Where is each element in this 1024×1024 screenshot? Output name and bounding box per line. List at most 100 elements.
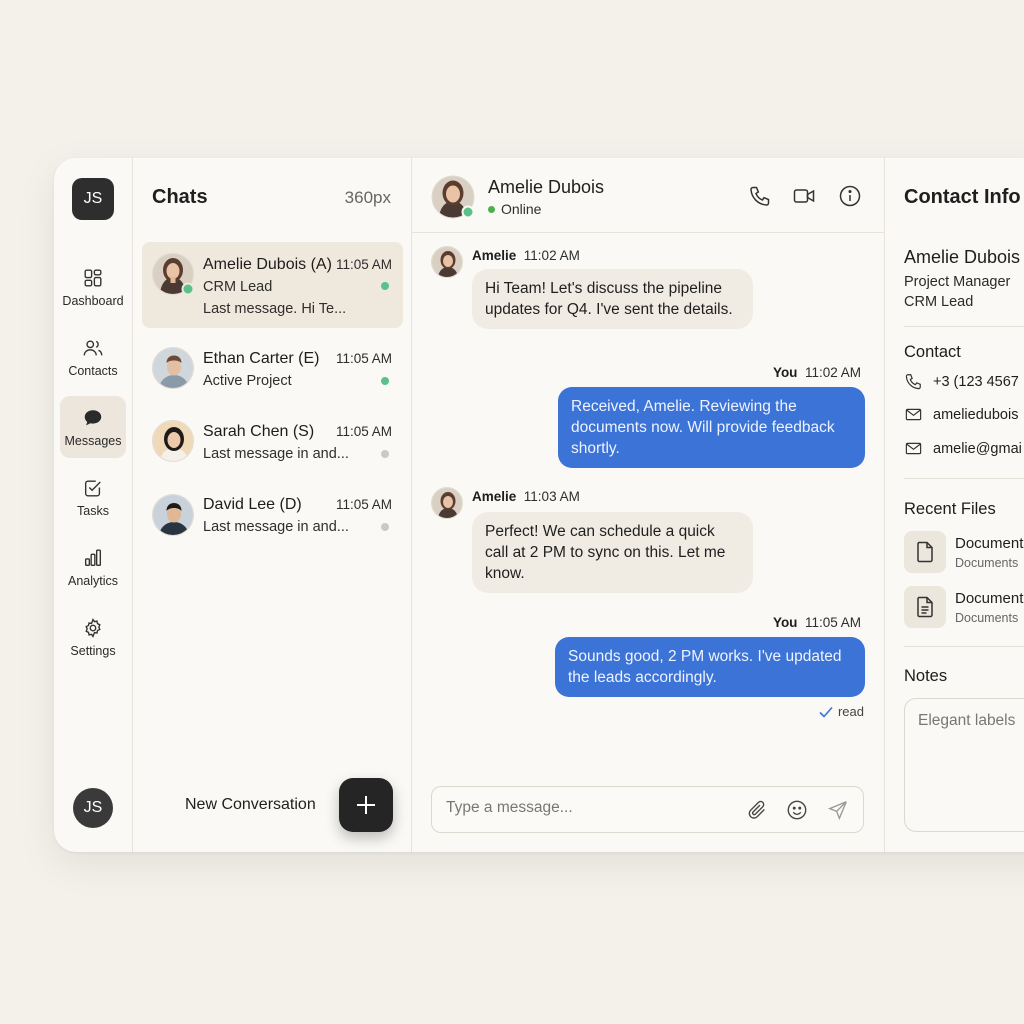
contact-info-title: Contact Info xyxy=(904,186,1021,208)
nav-label: Messages xyxy=(64,433,122,448)
notes-textarea[interactable]: Elegant labels xyxy=(904,698,1024,832)
contact-email-1[interactable]: ameliedubois xyxy=(904,405,1018,424)
chat-last-message: Last message in and... xyxy=(203,519,349,535)
contact-info-panel: Contact Info Amelie Dubois Project Manag… xyxy=(885,158,1024,852)
chat-time: 11:05 AM xyxy=(335,497,392,512)
attachment-icon[interactable] xyxy=(746,799,768,821)
sender-name: Amelie xyxy=(472,248,517,263)
file-subtitle: Documents xyxy=(955,556,1019,570)
nav-item-settings[interactable]: Settings xyxy=(60,606,126,668)
chat-item-amelie[interactable]: Amelie Dubois (A) 11:05 AM CRM Lead Last… xyxy=(142,242,403,328)
avatar xyxy=(152,494,194,536)
emoji-icon[interactable] xyxy=(786,799,808,821)
message-meta: Amelie 11:03 AM xyxy=(472,489,580,504)
avatar xyxy=(152,253,195,296)
message-meta: You 11:02 AM xyxy=(773,365,861,380)
nav-label: Dashboard xyxy=(62,293,124,308)
online-status: Online xyxy=(488,201,541,217)
chat-time: 11:05 AM xyxy=(335,351,392,366)
phone-value: +3 (123 4567 xyxy=(933,373,1019,390)
message-time: 11:05 AM xyxy=(804,615,861,630)
read-label: read xyxy=(837,704,864,719)
phone-icon xyxy=(905,374,921,390)
chat-name: Sarah Chen (S) xyxy=(203,423,315,440)
email-value: ameliedubois xyxy=(933,406,1019,423)
nav-label: Analytics xyxy=(67,573,119,588)
message-meta: You 11:05 AM xyxy=(773,615,861,630)
nav-label: Contacts xyxy=(68,363,118,378)
contacts-icon xyxy=(83,339,103,355)
messages-icon xyxy=(84,409,102,425)
nav-item-messages[interactable]: Messages xyxy=(60,396,126,458)
info-icon[interactable] xyxy=(838,184,862,208)
divider xyxy=(904,478,1024,479)
divider xyxy=(904,326,1024,327)
chat-name: Ethan Carter (E) xyxy=(203,350,320,367)
messaging-app: JS Dashboard Contacts Messages Tasks Ana… xyxy=(54,158,1024,852)
contact-name: Amelie Dubois xyxy=(904,247,1021,267)
chat-time: 11:05 AM xyxy=(335,257,392,272)
mail-icon xyxy=(905,442,922,455)
send-icon[interactable] xyxy=(827,799,849,821)
status-text: Online xyxy=(501,201,542,217)
file-thumbnail[interactable] xyxy=(904,586,946,628)
chat-list-panel: Chats 360px Amelie Dubois (A) 11:05 AM C… xyxy=(133,158,412,852)
app-logo: JS xyxy=(72,178,114,220)
chat-last-message: Last message. Hi Te... xyxy=(203,301,347,317)
chats-title: Chats xyxy=(152,186,208,208)
document-icon xyxy=(917,541,933,563)
avatar xyxy=(152,420,194,462)
message-bubble-outgoing: Sounds good, 2 PM works. I've updated th… xyxy=(555,637,865,697)
new-conversation-label: New Conversation xyxy=(185,796,316,813)
user-avatar[interactable]: JS xyxy=(73,788,113,828)
sender-name: You xyxy=(772,615,798,630)
nav-item-tasks[interactable]: Tasks xyxy=(60,466,126,528)
file-name[interactable]: Document xyxy=(955,590,1023,607)
message-meta: Amelie 11:02 AM xyxy=(472,248,580,263)
online-dot xyxy=(488,205,495,213)
settings-icon xyxy=(85,617,101,638)
nav-item-analytics[interactable]: Analytics xyxy=(60,536,126,598)
nav-item-contacts[interactable]: Contacts xyxy=(60,326,126,388)
email-value: amelie@gmai xyxy=(933,440,1022,457)
panel-size-label: 360px xyxy=(344,188,391,207)
status-dot xyxy=(381,282,389,290)
contact-name: Amelie Dubois xyxy=(488,177,605,197)
sender-name: You xyxy=(772,365,798,380)
divider xyxy=(904,646,1024,647)
sender-name: Amelie xyxy=(472,489,517,504)
nav-item-dashboard[interactable]: Dashboard xyxy=(60,256,126,318)
message-bubble-outgoing: Received, Amelie. Reviewing the document… xyxy=(558,387,865,468)
contact-email-2[interactable]: amelie@gmai xyxy=(904,439,1022,458)
chat-name: David Lee (D) xyxy=(203,496,302,513)
check-icon xyxy=(819,706,833,718)
nav-label: Settings xyxy=(70,643,116,658)
contact-heading: Contact xyxy=(904,343,961,361)
file-name[interactable]: Document xyxy=(955,535,1023,552)
message-bubble-incoming: Perfect! We can schedule a quick call at… xyxy=(472,512,753,593)
status-dot xyxy=(381,523,389,531)
new-conversation-button[interactable] xyxy=(339,778,393,832)
avatar xyxy=(431,487,463,519)
message-time: 11:02 AM xyxy=(804,365,861,380)
message-time: 11:02 AM xyxy=(523,248,580,263)
nav-label: Tasks xyxy=(77,503,109,518)
contact-phone[interactable]: +3 (123 4567 xyxy=(904,372,1019,391)
chat-time: 11:05 AM xyxy=(335,424,392,439)
plus-icon xyxy=(357,796,375,814)
chat-last-message: Last message in and... xyxy=(203,446,349,462)
chat-subtitle: Active Project xyxy=(203,373,292,389)
avatar xyxy=(431,175,475,219)
phone-icon[interactable] xyxy=(748,184,772,208)
tasks-icon xyxy=(84,479,101,496)
conversation-header: Amelie Dubois Online xyxy=(412,158,884,233)
avatar xyxy=(431,246,463,278)
file-thumbnail[interactable] xyxy=(904,531,946,573)
chat-item-david[interactable]: David Lee (D) 11:05 AM Last message in a… xyxy=(142,485,403,571)
nav-rail: JS Dashboard Contacts Messages Tasks Ana… xyxy=(54,158,133,852)
message-composer xyxy=(431,786,864,833)
contact-tag: CRM Lead xyxy=(904,294,974,310)
conversation-panel: Amelie Dubois Online Amelie 11:02 AM Hi … xyxy=(412,158,885,852)
video-call-icon[interactable] xyxy=(792,184,816,208)
message-input[interactable] xyxy=(446,799,726,817)
